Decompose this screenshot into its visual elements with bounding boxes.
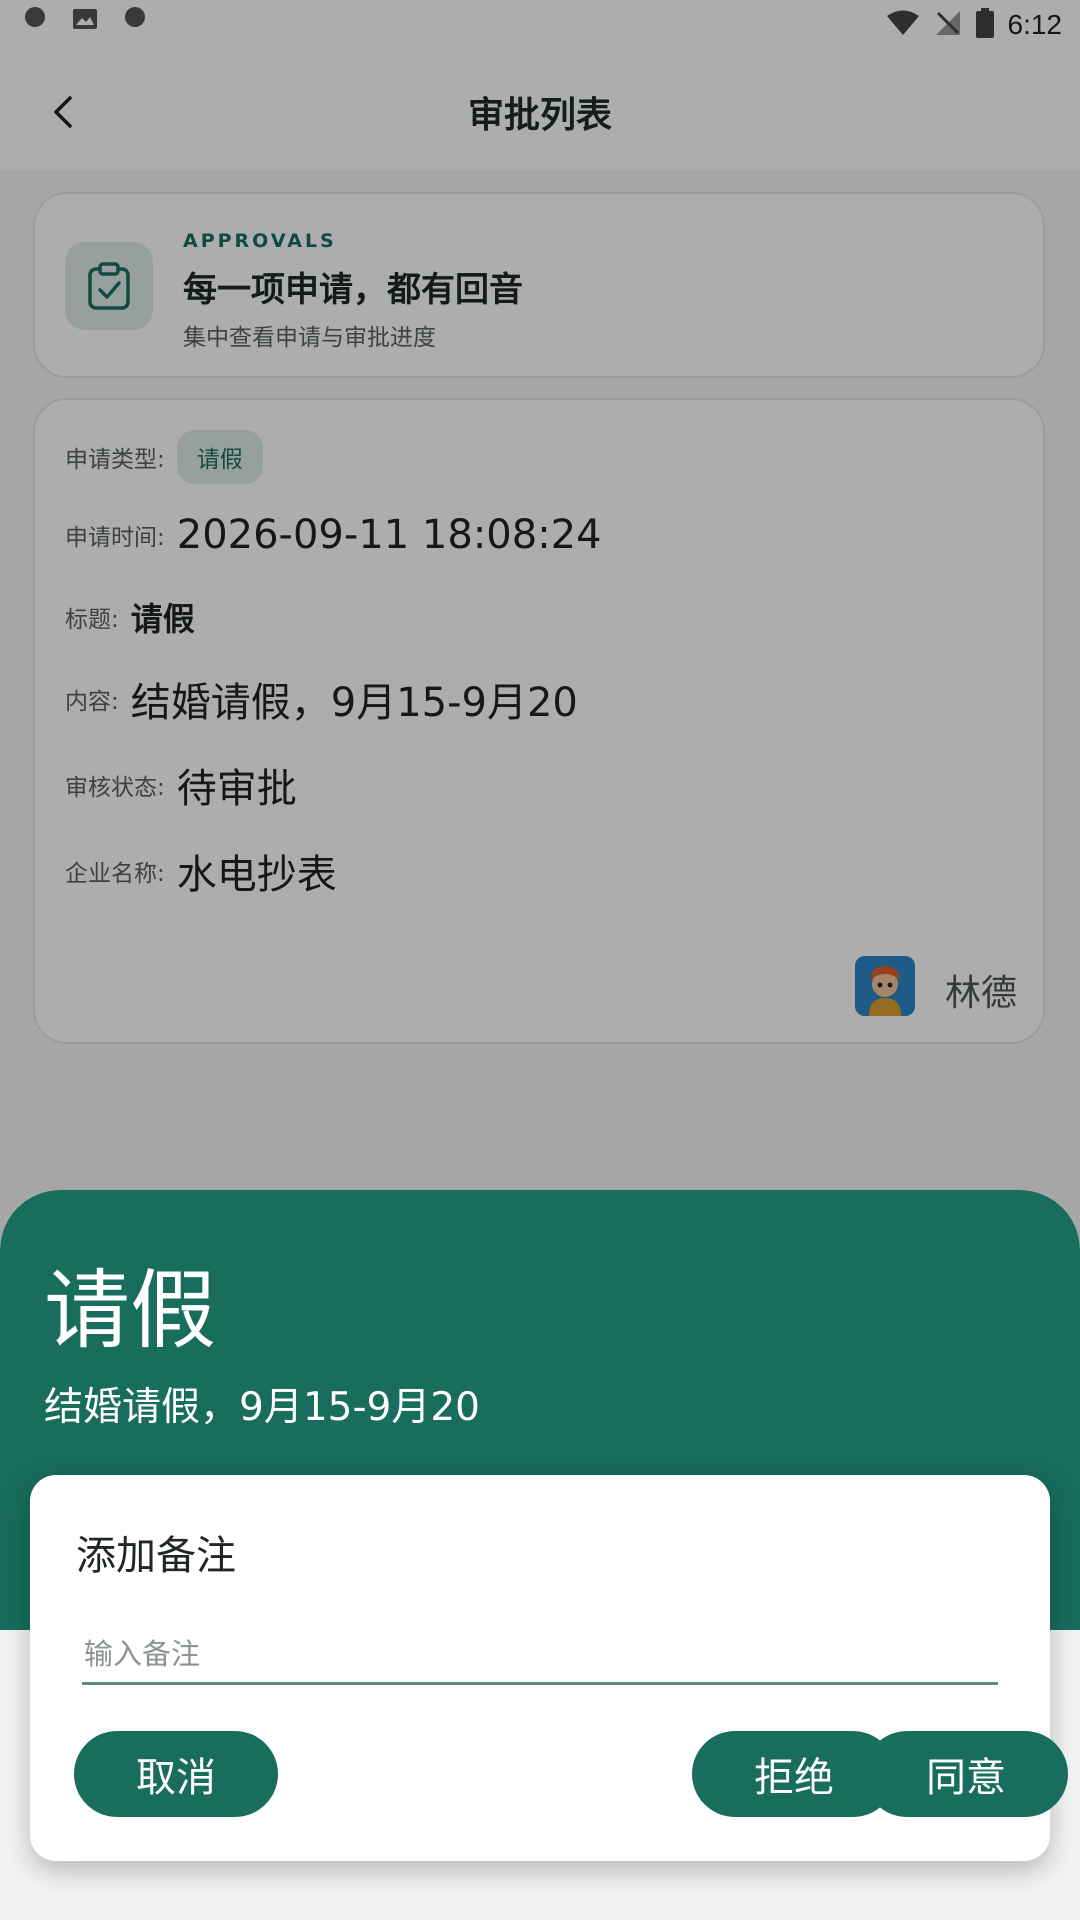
agree-button[interactable]: 同意 (864, 1731, 1068, 1817)
remark-input[interactable] (82, 1625, 998, 1685)
sheet-title: 请假 (44, 1261, 216, 1361)
dialog-title: 添加备注 (76, 1533, 236, 1579)
remark-dialog: 添加备注 取消 拒绝 同意 (30, 1475, 1068, 1861)
cancel-button[interactable]: 取消 (74, 1731, 278, 1817)
sheet-content: 结婚请假，9月15-9月20 (44, 1385, 480, 1430)
